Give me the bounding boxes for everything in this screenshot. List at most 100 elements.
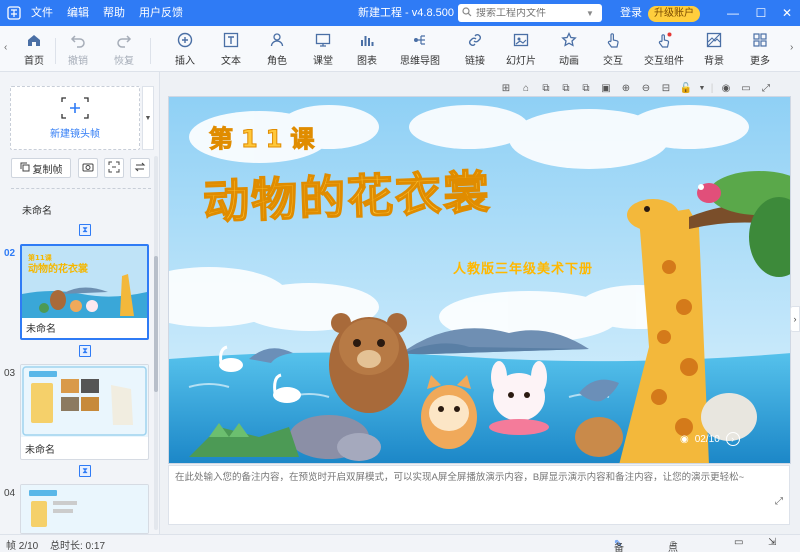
transition-icon[interactable]: ⧗	[79, 465, 91, 477]
frame-select-icon	[108, 161, 120, 176]
frame-03-label: 未命名	[25, 445, 55, 456]
status-bar: 帧 2/10 总时长: 0:17 ✎ 备注 ☺ 点名 ▭ ⇲	[0, 534, 800, 552]
pager-camera-icon[interactable]: ◉	[680, 434, 689, 445]
home-button[interactable]: 首页	[20, 30, 48, 68]
toolbar-divider	[55, 38, 56, 64]
frame-list-scrollbar-thumb[interactable]	[154, 256, 158, 392]
upgrade-account-button[interactable]: 升级账户	[648, 6, 700, 22]
role-button[interactable]: 角色	[262, 30, 292, 68]
new-frame-button[interactable]: 新建镜头帧	[10, 86, 140, 150]
frame-thumbnail-04[interactable]	[20, 484, 149, 534]
interaction-button[interactable]: 交互	[598, 30, 628, 68]
frame-04-preview	[21, 485, 148, 533]
menu-edit[interactable]: 编辑	[60, 0, 96, 26]
frame-03-preview	[21, 365, 148, 437]
slide-pager: ◉ 02/10 ›	[680, 430, 740, 448]
frame-02-preview: 第11课 动物的花衣裳	[22, 246, 147, 318]
slides-icon	[513, 30, 529, 50]
toolbar-scroll-right-icon[interactable]: ›	[790, 42, 793, 53]
camera-preview-icon[interactable]: ◉	[718, 80, 734, 96]
role-icon	[269, 30, 285, 50]
pager-indicator: 02/10	[694, 433, 720, 445]
search-box[interactable]: ▼	[458, 4, 602, 22]
transition-icon[interactable]: ⧗	[79, 224, 91, 236]
classroom-button[interactable]: 课堂	[308, 30, 338, 68]
maximize-icon[interactable]: ☐	[750, 0, 772, 26]
animation-button[interactable]: 动画	[554, 30, 584, 68]
frame-01-name: 未命名	[22, 206, 52, 217]
new-frame-plus-icon	[61, 96, 89, 119]
window-title: 新建工程 - v4.8.500	[358, 7, 454, 19]
frame-02-label: 未命名	[26, 324, 56, 335]
fullscreen-icon[interactable]: ⤢	[758, 80, 774, 96]
minimize-icon[interactable]: —	[722, 0, 744, 26]
frame-list-panel: 新建镜头帧 ▼ 复制帧 未命名 ⧗ 02 第11课 动物的花衣裳 未命名 ⧗ 0…	[0, 72, 160, 534]
text-icon	[223, 30, 239, 50]
menu-help[interactable]: 帮助	[96, 0, 132, 26]
toolbar-divider	[150, 38, 151, 64]
lock-dropdown-icon[interactable]: ▼	[698, 80, 706, 96]
frame-counter: 帧 2/10	[6, 541, 39, 552]
screen-icon[interactable]: ▭	[738, 80, 754, 96]
zoom-in-icon[interactable]: ⊕	[618, 80, 634, 96]
image-view-icon[interactable]: ▣	[598, 80, 614, 96]
transition-icon[interactable]: ⧗	[79, 345, 91, 357]
frame-thumbnail-02[interactable]: 第11课 动物的花衣裳 未命名	[20, 244, 149, 340]
frame-thumbnail-03[interactable]: 未命名	[20, 364, 149, 460]
svg-text:第11课: 第11课	[28, 253, 53, 262]
search-input[interactable]	[476, 7, 586, 19]
search-dropdown-icon[interactable]: ▼	[586, 9, 594, 18]
new-frame-dropdown-icon[interactable]: ▼	[142, 86, 154, 150]
mindmap-button[interactable]: 思维导图	[398, 30, 442, 68]
interaction-component-button[interactable]: 交互组件	[642, 30, 686, 68]
undo-icon	[70, 30, 86, 50]
copy-view-icon[interactable]: ⧉	[578, 80, 594, 96]
login-button[interactable]: 登录	[620, 0, 642, 26]
slides-button[interactable]: 幻灯片	[504, 30, 538, 68]
camera-button[interactable]	[78, 158, 98, 178]
lock-icon[interactable]: 🔓	[678, 80, 694, 96]
screen-share-icon[interactable]: ▭	[734, 537, 743, 548]
notes-input[interactable]	[169, 466, 759, 518]
swap-frame-button[interactable]	[130, 158, 150, 178]
copy-view-icon[interactable]: ⧉	[558, 80, 574, 96]
expand-right-panel-button[interactable]: ›	[790, 306, 800, 332]
home-view-icon[interactable]: ⌂	[518, 80, 534, 96]
camera-icon	[82, 162, 94, 175]
main-toolbar: ‹ 首页 撤销 恢复 插入 文本 角色 课堂 图表 思维导图 链接 幻灯片 动画…	[0, 26, 800, 72]
redo-button[interactable]: 恢复	[108, 30, 140, 68]
total-duration: 总时长: 0:17	[50, 541, 106, 552]
frame-select-button[interactable]	[104, 158, 124, 178]
insert-icon	[177, 30, 193, 50]
chevron-right-icon: ›	[793, 314, 797, 324]
frame-number: 02	[4, 248, 16, 259]
insert-button[interactable]: 插入	[168, 30, 202, 68]
pager-next-icon[interactable]: ›	[725, 432, 740, 446]
menu-file[interactable]: 文件	[24, 0, 60, 26]
notes-panel: ⤢	[168, 465, 790, 525]
zoom-out-icon[interactable]: ⊖	[638, 80, 654, 96]
copy-frame-button[interactable]: 复制帧	[11, 158, 71, 178]
more-button[interactable]: 更多	[746, 30, 774, 68]
notes-expand-icon[interactable]: ⤢	[775, 496, 783, 507]
home-icon	[26, 30, 42, 50]
toolbar-scroll-left-icon[interactable]: ‹	[4, 42, 7, 53]
menu-feedback[interactable]: 用户反馈	[132, 0, 190, 26]
close-icon[interactable]: ✕	[776, 0, 798, 26]
chart-button[interactable]: 图表	[352, 30, 382, 68]
interaction-hand-icon	[605, 30, 621, 50]
slide-lesson-number: 第11课	[208, 125, 323, 154]
align-center-icon[interactable]: ⊟	[658, 80, 674, 96]
link-button[interactable]: 链接	[460, 30, 490, 68]
exit-icon[interactable]: ⇲	[768, 537, 776, 548]
undo-button[interactable]: 撤销	[62, 30, 94, 68]
app-logo-icon	[4, 4, 24, 22]
frame-tool-icon[interactable]: ⊞	[498, 80, 514, 96]
background-button[interactable]: 背景	[700, 30, 728, 68]
copy-view-icon[interactable]: ⧉	[538, 80, 554, 96]
title-bar: 文件 编辑 帮助 用户反馈 新建工程 - v4.8.500 ▼ 登录 升级账户 …	[0, 0, 800, 26]
text-button[interactable]: 文本	[216, 30, 246, 68]
frame-number: 04	[4, 488, 16, 499]
slide-canvas[interactable]: 第11课 动物的花衣裳 人教版三年级美术下册	[168, 96, 791, 464]
swap-icon	[134, 161, 146, 176]
